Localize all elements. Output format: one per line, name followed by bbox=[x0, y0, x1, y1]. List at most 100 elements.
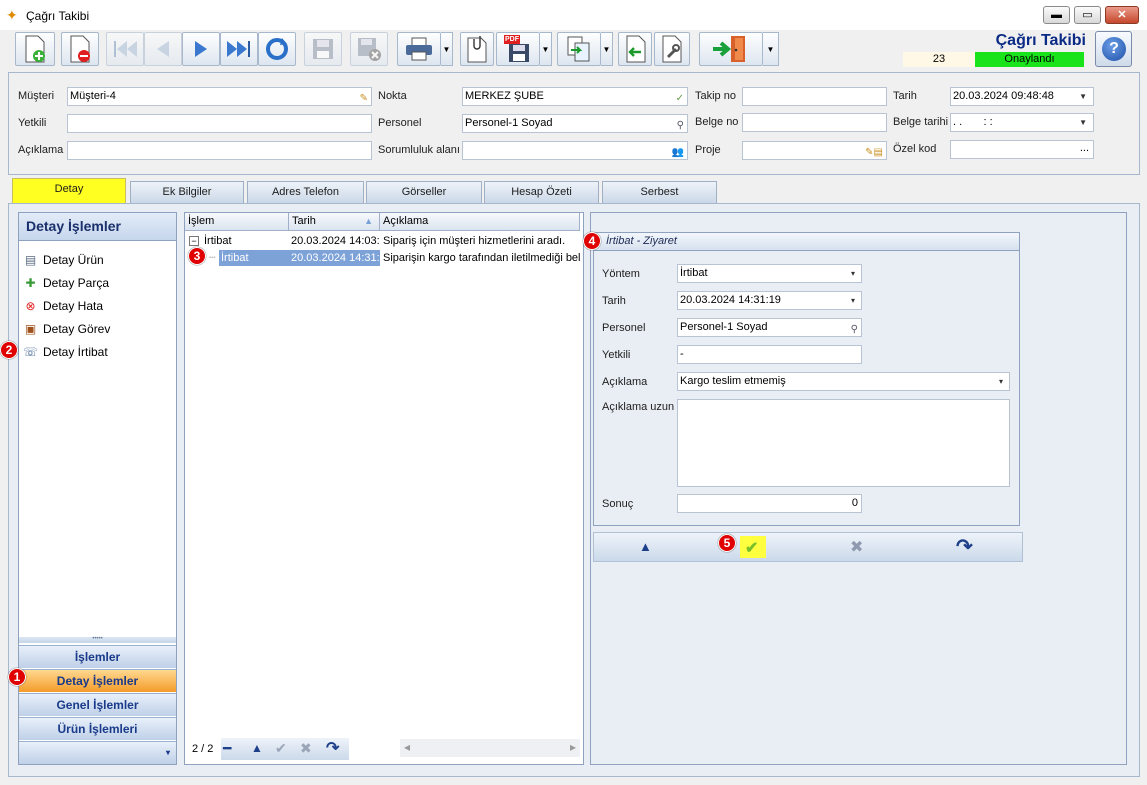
proje-field[interactable]: ✎▤ bbox=[742, 141, 887, 160]
help-button[interactable]: ? bbox=[1095, 31, 1132, 67]
takipno-field[interactable] bbox=[742, 87, 887, 106]
transfer-dropdown[interactable]: ▼ bbox=[601, 32, 613, 66]
confirm-icon[interactable]: ✔ bbox=[275, 740, 287, 757]
exit-dropdown[interactable]: ▼ bbox=[763, 32, 779, 66]
edit-pencil-icon[interactable]: ✎ bbox=[360, 90, 368, 105]
new-record-button[interactable] bbox=[15, 32, 55, 66]
tarih-dropdown-icon[interactable]: ▼ bbox=[1079, 88, 1087, 105]
scroll-left-icon[interactable]: ◂ bbox=[404, 740, 410, 754]
horizontal-scrollbar[interactable]: ◂ ▸ bbox=[400, 739, 580, 757]
table-row[interactable]: − İrtibat 20.03.2024 14:03: Sipariş için… bbox=[185, 233, 583, 250]
settings-button[interactable] bbox=[654, 32, 690, 66]
nav-item-detay-parca[interactable]: ✚ Detay Parça bbox=[23, 273, 109, 293]
aciklama-field[interactable] bbox=[67, 141, 372, 160]
nav-more-button[interactable]: ▾ bbox=[19, 741, 176, 764]
column-header-aciklama[interactable]: Açıklama bbox=[380, 213, 580, 231]
tarih-field[interactable]: 20.03.2024 09:48:48 ▼ bbox=[950, 87, 1094, 106]
musteri-field[interactable]: Müşteri-4 ✎ bbox=[67, 87, 372, 106]
close-button[interactable]: ✕ bbox=[1105, 6, 1139, 24]
next-record-button[interactable] bbox=[182, 32, 220, 66]
belgetarihi-field[interactable]: . . : : ▼ bbox=[950, 113, 1094, 132]
nav-item-detay-gorev[interactable]: ▣ Detay Görev bbox=[23, 319, 111, 339]
error-icon: ⊗ bbox=[25, 299, 36, 313]
edit-list-icon[interactable]: ✎▤ bbox=[865, 144, 883, 159]
tab-hesap-ozeti[interactable]: Hesap Özeti bbox=[484, 181, 599, 203]
person-search-icon[interactable]: ⚲ bbox=[677, 117, 684, 132]
detail-tarih-field[interactable]: 20.03.2024 14:31:19 ▾ bbox=[677, 291, 862, 310]
cancel-icon[interactable]: ✖ bbox=[300, 740, 312, 757]
belgetarihi-dropdown-icon[interactable]: ▼ bbox=[1079, 114, 1087, 131]
tab-serbest[interactable]: Serbest bbox=[602, 181, 717, 203]
redo-icon[interactable]: ↷ bbox=[956, 534, 973, 559]
detail-aciklama-dropdown-icon[interactable]: ▾ bbox=[999, 373, 1003, 390]
detail-tarih-dropdown-icon[interactable]: ▾ bbox=[851, 292, 855, 309]
print-dropdown[interactable]: ▼ bbox=[441, 32, 453, 66]
column-header-islem[interactable]: İşlem bbox=[185, 213, 289, 231]
yetkili-field[interactable] bbox=[67, 114, 372, 133]
pdf-dropdown[interactable]: ▼ bbox=[540, 32, 552, 66]
maximize-button[interactable]: ▭ bbox=[1074, 6, 1101, 24]
tab-adres-telefon[interactable]: Adres Telefon bbox=[247, 181, 364, 203]
pdf-export-button[interactable]: PDF bbox=[496, 32, 540, 66]
transfer-button[interactable] bbox=[557, 32, 601, 66]
aciklama-label: Açıklama bbox=[18, 144, 64, 156]
confirm-button[interactable]: ✔ bbox=[740, 536, 766, 558]
cell-islem: İrtibat bbox=[219, 250, 289, 266]
delete-record-button[interactable] bbox=[61, 32, 99, 66]
cell-tarih: 20.03.2024 14:03: bbox=[291, 235, 379, 247]
aciklama-uzun-textarea[interactable] bbox=[677, 399, 1010, 487]
nav-group-genel-islemler[interactable]: Genel İşlemler bbox=[19, 693, 176, 716]
nav-group-detay-islemler[interactable]: Detay İşlemler bbox=[19, 669, 176, 692]
previous-record-button[interactable] bbox=[144, 32, 182, 66]
yontem-select[interactable]: İrtibat ▾ bbox=[677, 264, 862, 283]
tab-detay[interactable]: Detay bbox=[12, 178, 126, 203]
person-search-icon[interactable]: ⚲ bbox=[851, 321, 858, 336]
print-button[interactable] bbox=[397, 32, 441, 66]
table-row[interactable]: ┄ İrtibat 20.03.2024 14:31: Siparişin ka… bbox=[185, 250, 583, 267]
tab-gorseller[interactable]: Görseller bbox=[366, 181, 482, 203]
takipno-label: Takip no bbox=[695, 90, 736, 102]
refresh-button[interactable] bbox=[258, 32, 296, 66]
ozelkod-ellipsis[interactable]: ... bbox=[1080, 141, 1089, 157]
column-header-tarih[interactable]: Tarih ▲ bbox=[289, 213, 380, 231]
ozelkod-field[interactable]: ... bbox=[950, 140, 1094, 159]
sonuc-field[interactable]: 0 bbox=[677, 494, 862, 513]
save-cancel-icon bbox=[358, 38, 381, 61]
cancel-x-icon[interactable]: ✖ bbox=[850, 537, 863, 557]
sorumluluk-field[interactable]: 👥 bbox=[462, 141, 688, 160]
scroll-right-icon[interactable]: ▸ bbox=[570, 740, 576, 754]
save-button[interactable] bbox=[304, 32, 342, 66]
up-icon[interactable]: ▲ bbox=[251, 741, 263, 755]
import-button[interactable] bbox=[618, 32, 652, 66]
nokta-field[interactable]: MERKEZ ŞUBE ✓ bbox=[462, 87, 688, 106]
save-icon bbox=[313, 39, 333, 59]
attach-button[interactable] bbox=[460, 32, 494, 66]
collapse-icon[interactable]: − bbox=[189, 236, 199, 246]
nav-group-islemler[interactable]: İşlemler bbox=[19, 645, 176, 668]
yontem-dropdown-icon[interactable]: ▾ bbox=[851, 265, 855, 282]
people-icon[interactable]: 👥 bbox=[672, 144, 684, 159]
nav-item-detay-urun[interactable]: ▤ Detay Ürün bbox=[23, 250, 104, 270]
next-icon bbox=[195, 41, 207, 57]
splitter-grip[interactable]: ••••• bbox=[19, 636, 176, 643]
personel-field[interactable]: Personel-1 Soyad ⚲ bbox=[462, 114, 688, 133]
nav-group-urun-islemleri[interactable]: Ürün İşlemleri bbox=[19, 717, 176, 740]
belgeno-field[interactable] bbox=[742, 113, 887, 132]
nav-item-detay-irtibat[interactable]: ☏ Detay İrtibat bbox=[23, 342, 108, 362]
detail-yetkili-field[interactable]: - bbox=[677, 345, 862, 364]
move-up-icon[interactable]: ▲ bbox=[639, 539, 652, 554]
redo-icon[interactable]: ↷ bbox=[326, 738, 339, 758]
yontem-value: İrtibat bbox=[680, 267, 708, 279]
tarih-label: Tarih bbox=[893, 90, 917, 102]
first-record-button[interactable] bbox=[106, 32, 144, 66]
detail-personel-field[interactable]: Personel-1 Soyad ⚲ bbox=[677, 318, 862, 337]
tab-ek-bilgiler[interactable]: Ek Bilgiler bbox=[130, 181, 244, 203]
nav-item-detay-hata[interactable]: ⊗ Detay Hata bbox=[23, 296, 103, 316]
last-record-button[interactable] bbox=[220, 32, 258, 66]
exit-button[interactable] bbox=[699, 32, 763, 66]
detail-aciklama-select[interactable]: Kargo teslim etmemiş ▾ bbox=[677, 372, 1010, 391]
save-cancel-button[interactable] bbox=[350, 32, 388, 66]
check-icon[interactable]: ✓ bbox=[676, 90, 684, 105]
remove-icon[interactable]: ━ bbox=[223, 740, 231, 757]
minimize-button[interactable]: ▬ bbox=[1043, 6, 1070, 24]
